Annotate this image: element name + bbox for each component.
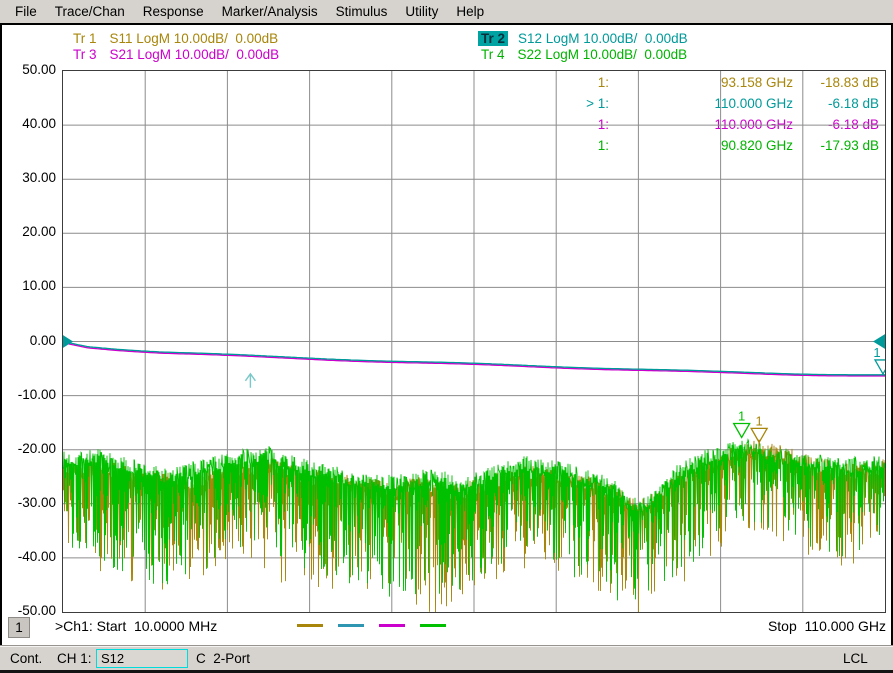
status-bar: Cont. CH 1: S12 C 2-Port LCL bbox=[0, 645, 893, 670]
y-tick-label: 10.00 bbox=[4, 278, 56, 293]
stop-frequency-label: Stop 110.000 GHz bbox=[768, 618, 886, 634]
marker-number: 1: bbox=[529, 117, 609, 132]
marker-value: -17.93 dB bbox=[799, 138, 879, 153]
ref-level-arrow-right bbox=[873, 334, 885, 350]
marker-value: -6.18 dB bbox=[799, 96, 879, 111]
legend-row-right-2: Tr 4 S22 LogM 10.00dB/ 0.00dB bbox=[478, 47, 687, 62]
instrument-display: Tr 1 S11 LogM 10.00dB/ 0.00dB Tr 3 S21 Log… bbox=[0, 23, 893, 645]
legend-trace-tr3[interactable]: Tr 3 S21 LogM 10.00dB/ 0.00dB bbox=[70, 47, 279, 62]
y-tick-label: 30.00 bbox=[4, 170, 56, 185]
legend-trace-id: Tr 2 bbox=[478, 31, 508, 46]
analyzer-window: FileTrace/ChanResponseMarker/AnalysisSti… bbox=[0, 0, 893, 673]
y-tick-label: 40.00 bbox=[4, 116, 56, 131]
trace-s21[interactable] bbox=[63, 343, 885, 376]
y-tick-label: -30.00 bbox=[4, 495, 56, 510]
calibration-status: C 2-Port bbox=[196, 651, 250, 666]
trace-s11[interactable] bbox=[63, 440, 885, 612]
legend-row-left-1: Tr 1 S11 LogM 10.00dB/ 0.00dB bbox=[70, 31, 278, 46]
legend-trace-desc: S22 LogM 10.00dB/ 0.00dB bbox=[518, 47, 688, 62]
marker-number: 1: bbox=[529, 75, 609, 90]
marker-frequency: 90.820 GHz bbox=[653, 138, 793, 153]
menu-item-response[interactable]: Response bbox=[134, 2, 213, 21]
marker-readout-row: 1: 110.000 GHz -6.18 dB bbox=[63, 117, 885, 137]
legend-trace-tr1[interactable]: Tr 1 S11 LogM 10.00dB/ 0.00dB bbox=[70, 31, 278, 46]
up-arrow-annotation bbox=[245, 374, 255, 388]
channel-status: CH 1: bbox=[57, 651, 92, 666]
y-tick-label: -40.00 bbox=[4, 549, 56, 564]
trace-s22[interactable] bbox=[63, 440, 885, 601]
legend-trace-desc: S12 LogM 10.00dB/ 0.00dB bbox=[518, 31, 688, 46]
stimulus-annotation-row: 1 >Ch1: Start 10.0000 MHz Stop 110.000 G… bbox=[2, 613, 893, 643]
marker-number: > 1: bbox=[529, 96, 609, 111]
marker-frequency: 110.000 GHz bbox=[653, 117, 793, 132]
marker-readout-row: > 1: 110.000 GHz -6.18 dB bbox=[63, 96, 885, 116]
graticule: 1: 93.158 GHz -18.83 dB > 1: 110.000 GHz -6.1… bbox=[62, 70, 886, 613]
menu-item-help[interactable]: Help bbox=[447, 2, 493, 21]
trace1-dash bbox=[297, 624, 323, 627]
legend-trace-desc: S21 LogM 10.00dB/ 0.00dB bbox=[110, 47, 280, 62]
sweep-mode-status: Cont. bbox=[10, 651, 42, 666]
trace2-dash bbox=[338, 624, 364, 627]
menu-item-marker-analysis[interactable]: Marker/Analysis bbox=[213, 2, 327, 21]
legend-trace-id: Tr 1 bbox=[70, 31, 100, 46]
channel-badge[interactable]: 1 bbox=[8, 617, 30, 638]
marker-label-s22: 1 bbox=[738, 409, 745, 424]
y-tick-label: 0.00 bbox=[4, 333, 56, 348]
trace-s12[interactable] bbox=[63, 342, 885, 375]
ref-level-arrow-left bbox=[63, 335, 73, 349]
legend-trace-id: Tr 3 bbox=[70, 47, 100, 62]
legend-row-right-1: Tr 2 S12 LogM 10.00dB/ 0.00dB bbox=[478, 31, 688, 46]
marker-readout-row: 1: 93.158 GHz -18.83 dB bbox=[63, 75, 885, 95]
marker-frequency: 110.000 GHz bbox=[653, 96, 793, 111]
y-tick-label: 50.00 bbox=[4, 62, 56, 77]
marker-label-s11: 1 bbox=[756, 413, 763, 428]
start-frequency-label: >Ch1: Start 10.0000 MHz bbox=[55, 618, 217, 634]
trace-color-dashes bbox=[282, 618, 446, 634]
legend-row-left-2: Tr 3 S21 LogM 10.00dB/ 0.00dB bbox=[70, 47, 279, 62]
menu-item-trace-chan[interactable]: Trace/Chan bbox=[46, 2, 134, 21]
marker-value: -6.18 dB bbox=[799, 117, 879, 132]
marker-triangle-s12[interactable] bbox=[875, 360, 885, 374]
menu-bar: FileTrace/ChanResponseMarker/AnalysisSti… bbox=[0, 0, 893, 22]
local-remote-status: LCL bbox=[843, 651, 868, 666]
y-tick-label: -20.00 bbox=[4, 441, 56, 456]
y-tick-label: -10.00 bbox=[4, 387, 56, 402]
legend-trace-id: Tr 4 bbox=[478, 47, 508, 62]
legend-trace-tr2[interactable]: Tr 2 S12 LogM 10.00dB/ 0.00dB bbox=[478, 31, 688, 46]
menu-item-file[interactable]: File bbox=[6, 2, 46, 21]
menu-item-utility[interactable]: Utility bbox=[396, 2, 447, 21]
marker-number: 1: bbox=[529, 138, 609, 153]
measurement-field[interactable]: S12 bbox=[96, 649, 188, 668]
trace4-dash bbox=[420, 624, 446, 627]
marker-frequency: 93.158 GHz bbox=[653, 75, 793, 90]
marker-value: -18.83 dB bbox=[799, 75, 879, 90]
y-tick-label: 20.00 bbox=[4, 224, 56, 239]
marker-triangle-s11[interactable] bbox=[751, 428, 767, 442]
marker-readout-row: 1: 90.820 GHz -17.93 dB bbox=[63, 138, 885, 158]
legend-trace-desc: S11 LogM 10.00dB/ 0.00dB bbox=[110, 31, 279, 46]
trace3-dash bbox=[379, 624, 405, 627]
marker-label-s12: 1 bbox=[873, 345, 880, 360]
marker-triangle-s22[interactable] bbox=[734, 424, 750, 438]
menu-item-stimulus[interactable]: Stimulus bbox=[327, 2, 397, 21]
legend-trace-tr4[interactable]: Tr 4 S22 LogM 10.00dB/ 0.00dB bbox=[478, 47, 687, 62]
